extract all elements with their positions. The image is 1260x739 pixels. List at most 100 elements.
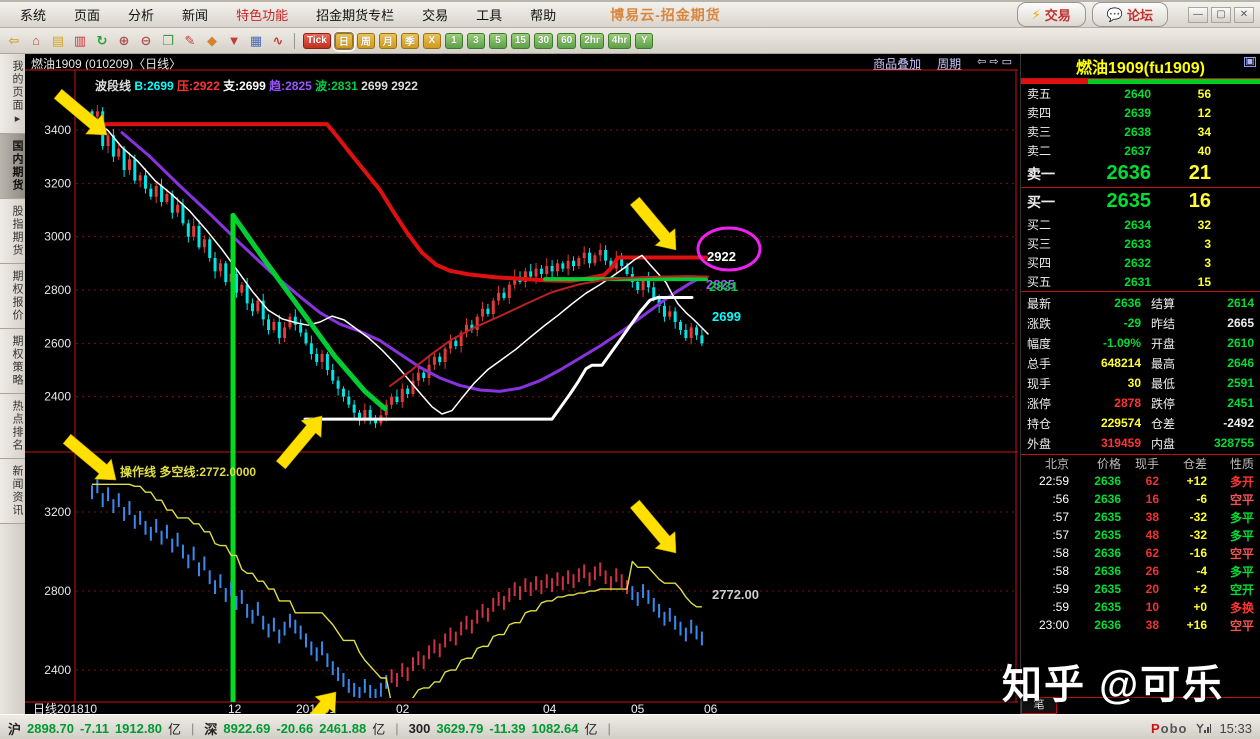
stat-label: 昨结: [1151, 315, 1191, 332]
quote-panel: 燃油1909(fu1909) ▣ 卖五264056卖四263912卖三26383…: [1020, 54, 1260, 714]
stat-row: 最新2636结算2614: [1021, 293, 1260, 313]
notebook-icon[interactable]: ▤: [48, 32, 68, 50]
menu-item[interactable]: 分析: [114, 2, 168, 27]
book-row[interactable]: 买二263432: [1021, 215, 1260, 234]
period-button-2hr[interactable]: 2hr: [580, 33, 604, 49]
book-row[interactable]: 卖三263834: [1021, 122, 1260, 141]
menu-item[interactable]: 新闻: [168, 2, 222, 27]
tick-row[interactable]: :56263616-6空平: [1021, 490, 1260, 508]
tick-row[interactable]: :59263520+2空开: [1021, 580, 1260, 598]
filter-funnel-icon[interactable]: ▼: [224, 32, 244, 50]
book-row[interactable]: 卖五264056: [1021, 84, 1260, 103]
book-level-label: 卖三: [1027, 123, 1071, 140]
period-button-Y[interactable]: Y: [635, 33, 653, 49]
zoom-in-icon[interactable]: ⊕: [114, 32, 134, 50]
stat-label: 外盘: [1027, 435, 1065, 452]
sidebar-tab[interactable]: 期权报价: [0, 264, 25, 329]
home-icon[interactable]: ⌂: [26, 32, 46, 50]
period-button-5[interactable]: 5: [489, 33, 507, 49]
tick-time: :59: [1027, 582, 1069, 596]
period-button-1[interactable]: 1: [445, 33, 463, 49]
tick-row[interactable]: 23:00263638+16空平: [1021, 616, 1260, 634]
tick-row[interactable]: 22:59263662+12多开: [1021, 472, 1260, 490]
period-button-3[interactable]: 3: [467, 33, 485, 49]
book-price: 2631: [1071, 275, 1151, 289]
x-axis-label: 06: [704, 702, 718, 714]
zoom-out-icon[interactable]: ⊖: [136, 32, 156, 50]
tick-row[interactable]: :58263626-4多平: [1021, 562, 1260, 580]
paint-icon[interactable]: ◆: [202, 32, 222, 50]
period-button-月[interactable]: 月: [379, 33, 397, 49]
period-button-季[interactable]: 季: [401, 33, 419, 49]
tick-row[interactable]: :57263538-32多平: [1021, 508, 1260, 526]
back-arrow-icon[interactable]: ⇦: [4, 32, 24, 50]
book-row[interactable]: 买四26323: [1021, 253, 1260, 272]
price-chart-svg[interactable]: 340032003000280026002400320028002400波段线 …: [25, 54, 1020, 714]
period-button-Tick[interactable]: Tick: [303, 33, 331, 49]
book-row[interactable]: 买一263516: [1021, 188, 1260, 215]
period-button-30[interactable]: 30: [534, 33, 553, 49]
maximize-icon[interactable]: ▢: [1211, 7, 1231, 23]
menu-item[interactable]: 工具: [462, 2, 516, 27]
period-button-X[interactable]: X: [423, 33, 441, 49]
book-row[interactable]: 卖一263621: [1021, 160, 1260, 187]
sidebar-tab[interactable]: 我的页面▸: [0, 54, 25, 134]
trend-chart-icon[interactable]: ∿: [268, 32, 288, 50]
main-indicator-legend: 波段线 B:2699 压:2922 支:2699 趋:2825 波:2831 2…: [95, 78, 418, 93]
period-button-4hr[interactable]: 4hr: [608, 33, 632, 49]
book-row[interactable]: 买五263115: [1021, 272, 1260, 291]
tick-oi-delta: +12: [1159, 474, 1207, 488]
sidebar-tab[interactable]: 期权策略: [0, 329, 25, 394]
layers-icon[interactable]: ❐: [158, 32, 178, 50]
refresh-icon[interactable]: ↻: [92, 32, 112, 50]
fund-book-icon[interactable]: ▥: [70, 32, 90, 50]
main-y-tick: 3400: [44, 123, 71, 137]
tick-row[interactable]: :57263548-32多平: [1021, 526, 1260, 544]
menu-item[interactable]: 特色功能: [222, 2, 302, 27]
tick-time: :58: [1027, 564, 1069, 578]
minimize-icon[interactable]: —: [1188, 7, 1208, 23]
sidebar-tab[interactable]: 国内期货: [0, 134, 25, 199]
stat-row: 现手30最低2591: [1021, 373, 1260, 393]
sidebar-tab[interactable]: 热点排名: [0, 394, 25, 459]
index-price: 2898.70: [27, 721, 74, 736]
menu-item[interactable]: 帮助: [516, 2, 570, 27]
menu-item[interactable]: 招金期货专栏: [302, 2, 408, 27]
quote-table-icon[interactable]: ▦: [246, 32, 266, 50]
chart-area[interactable]: 燃油1909 (010209)〈日线〉 商品叠加 周期 ⇦⇨▭ 34003200…: [25, 54, 1020, 714]
trade-button[interactable]: ⚡ 交易: [1017, 2, 1086, 27]
close-icon[interactable]: ✕: [1234, 7, 1254, 23]
stat-value: 2451: [1191, 396, 1254, 410]
tick-price: 2635: [1069, 528, 1121, 542]
tick-row[interactable]: :59263510+0多换: [1021, 598, 1260, 616]
period-button-周[interactable]: 周: [357, 33, 375, 49]
menu-item[interactable]: 交易: [408, 2, 462, 27]
tick-row[interactable]: :58263662-16空平: [1021, 544, 1260, 562]
sidebar-tab[interactable]: 股指期货: [0, 199, 25, 264]
panel-window-icon[interactable]: ▣: [1244, 57, 1256, 67]
book-row[interactable]: 卖四263912: [1021, 103, 1260, 122]
price-level-label: 2831: [709, 279, 738, 294]
forum-button[interactable]: 💬 论坛: [1092, 2, 1168, 27]
tick-oi-delta: -4: [1159, 564, 1207, 578]
menu-item[interactable]: 页面: [60, 2, 114, 27]
tick-col-header: 仓差: [1159, 455, 1207, 472]
stat-label: 持仓: [1027, 415, 1065, 432]
annotation-arrow: [285, 684, 346, 714]
book-row[interactable]: 卖二263740: [1021, 141, 1260, 160]
status-right: Pobo 15:33: [1151, 721, 1252, 736]
watermark: 知乎 @可乐: [1002, 652, 1224, 710]
period-button-日[interactable]: 日: [335, 33, 353, 49]
tick-time: 23:00: [1027, 618, 1069, 632]
main-y-tick: 2400: [44, 390, 71, 404]
sidebar-tab[interactable]: 新闻资讯: [0, 459, 25, 524]
book-price: 2636: [1071, 162, 1151, 185]
period-button-60[interactable]: 60: [557, 33, 576, 49]
stat-value: -29: [1065, 316, 1141, 330]
period-button-15[interactable]: 15: [511, 33, 530, 49]
stat-row: 持仓229574仓差-2492: [1021, 413, 1260, 433]
book-row[interactable]: 买三26333: [1021, 234, 1260, 253]
menu-item[interactable]: 系统: [6, 2, 60, 27]
tick-nature: 多开: [1207, 473, 1254, 490]
draw-pencil-icon[interactable]: ✎: [180, 32, 200, 50]
